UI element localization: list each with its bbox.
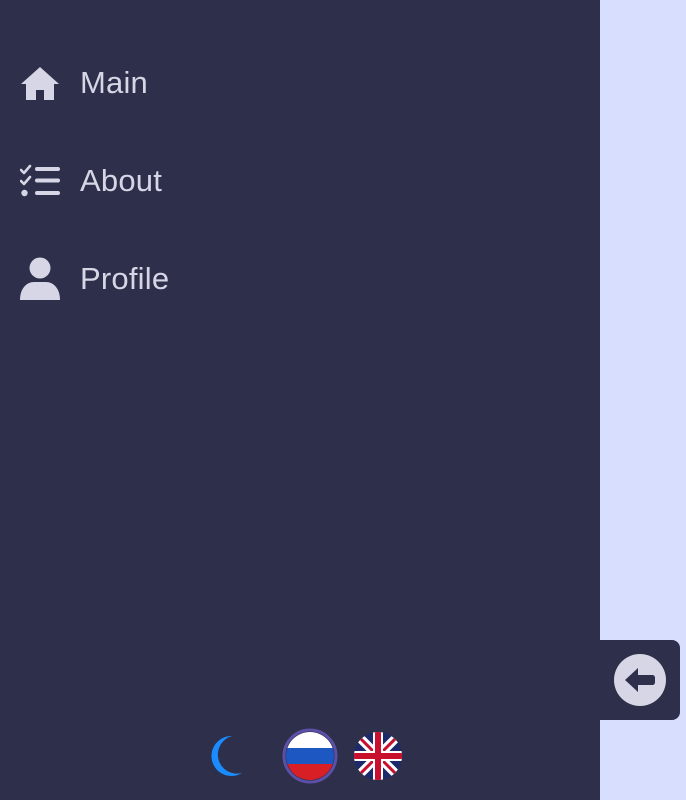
sidebar: Main About Profile <box>0 0 600 800</box>
theme-toggle-button[interactable] <box>202 733 246 779</box>
uk-flag-icon <box>354 732 402 784</box>
sidebar-nav: Main About Profile <box>0 58 600 352</box>
arrow-left-circle-icon <box>614 654 666 706</box>
user-icon <box>20 257 60 300</box>
collapse-sidebar-button[interactable] <box>600 640 680 720</box>
home-icon <box>20 63 60 103</box>
sidebar-item-label: About <box>80 163 163 198</box>
sidebar-item-about[interactable]: About <box>0 156 600 206</box>
sidebar-item-profile[interactable]: Profile <box>0 254 600 304</box>
sidebar-item-label: Profile <box>80 261 170 296</box>
sidebar-item-main[interactable]: Main <box>0 58 600 108</box>
moon-icon <box>202 735 246 783</box>
sidebar-item-label: Main <box>80 65 148 100</box>
language-en-button[interactable] <box>354 732 402 780</box>
language-ru-button[interactable] <box>282 728 338 784</box>
russia-flag-icon <box>282 728 338 788</box>
checklist-icon <box>20 161 60 201</box>
sidebar-footer <box>0 728 600 784</box>
